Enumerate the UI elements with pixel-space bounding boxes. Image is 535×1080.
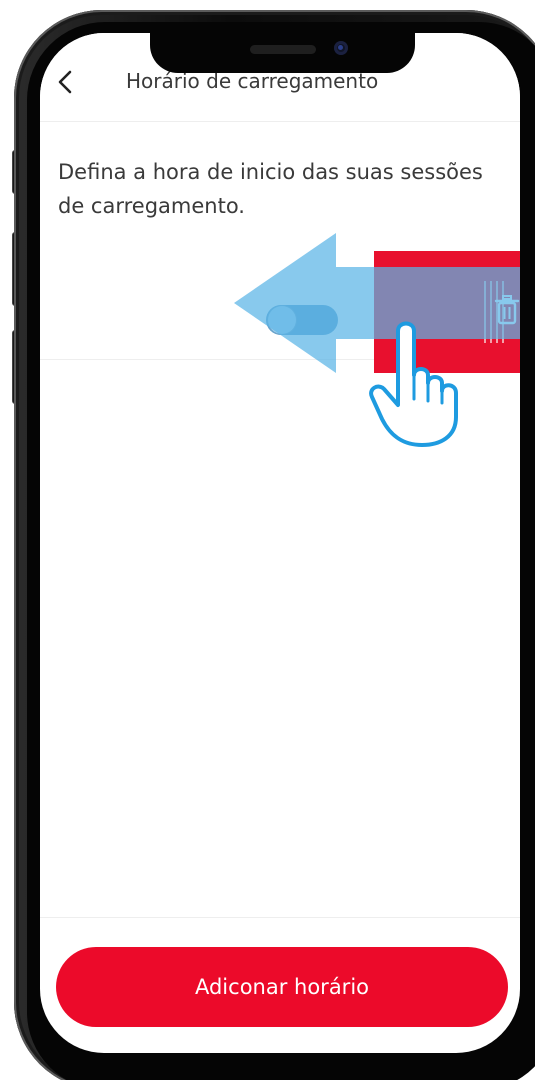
chevron-left-icon[interactable] bbox=[54, 69, 78, 95]
phone-screen: Horário de carregamento Defina a hora de… bbox=[40, 33, 520, 1053]
add-schedule-button[interactable]: Adiconar horário bbox=[56, 947, 508, 1027]
pointing-hand-icon bbox=[369, 321, 458, 447]
schedule-description: Defina a hora de inicio das suas sessões… bbox=[58, 160, 483, 218]
stage: Horário de carregamento Defina a hora de… bbox=[0, 0, 535, 1080]
notch bbox=[150, 33, 415, 73]
speaker-grille bbox=[250, 45, 316, 54]
front-camera-icon bbox=[334, 41, 348, 55]
footer-divider bbox=[40, 917, 520, 918]
